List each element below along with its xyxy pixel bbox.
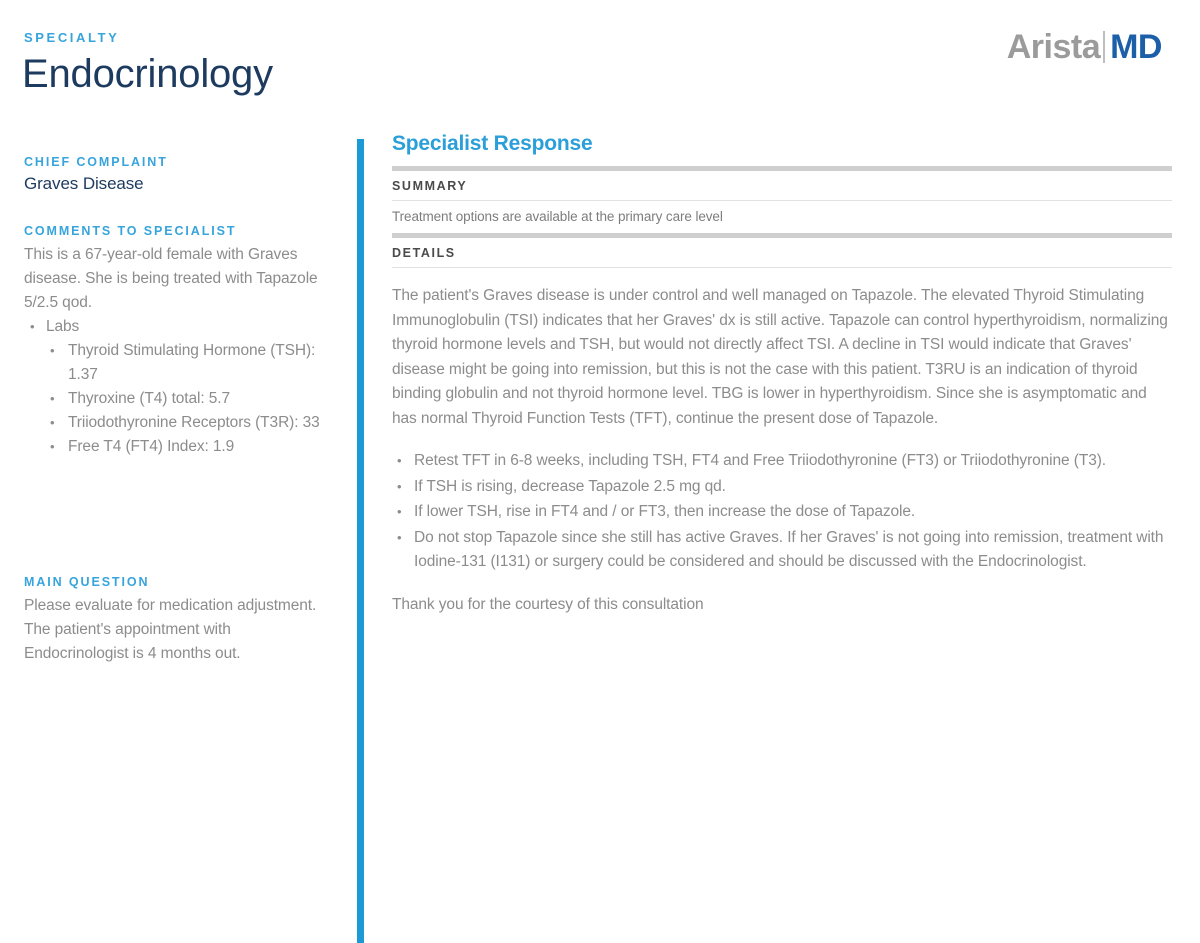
- labs-values-list: Thyroid Stimulating Hormone (TSH): 1.37 …: [46, 339, 334, 459]
- page-title: Endocrinology: [22, 52, 273, 96]
- list-item: Retest TFT in 6-8 weeks, including TSH, …: [392, 449, 1172, 474]
- list-item: Thyroxine (T4) total: 5.7: [46, 387, 334, 411]
- details-paragraph: The patient's Graves disease is under co…: [392, 287, 1168, 427]
- logo-secondary-text: MD: [1110, 28, 1162, 66]
- chief-complaint-label: CHIEF COMPLAINT: [24, 155, 168, 169]
- case-sidebar: CHIEF COMPLAINT Graves Disease COMMENTS …: [24, 155, 334, 666]
- main-question-label: MAIN QUESTION: [24, 575, 150, 589]
- panel-accent-bar: [357, 139, 364, 943]
- aristamd-logo: Arista MD: [1006, 28, 1163, 67]
- list-item: If TSH is rising, decrease Tapazole 2.5 …: [392, 475, 1172, 500]
- list-item: If lower TSH, rise in FT4 and / or FT3, …: [392, 500, 1172, 525]
- specialty-label: SPECIALTY: [24, 30, 120, 45]
- main-question-text: Please evaluate for medication adjustmen…: [24, 597, 317, 662]
- specialist-response-panel: Specialist Response SUMMARY Treatment op…: [392, 132, 1172, 635]
- details-section: DETAILS The patient's Graves disease is …: [392, 233, 1172, 617]
- summary-text: Treatment options are available at the p…: [392, 209, 723, 224]
- chief-complaint-section: CHIEF COMPLAINT Graves Disease: [24, 155, 334, 194]
- page-header: SPECIALTY Endocrinology Arista MD: [0, 0, 1200, 120]
- labs-heading-label: Labs: [46, 318, 80, 335]
- list-item: Thyroid Stimulating Hormone (TSH): 1.37: [46, 339, 334, 387]
- labs-list: Labs Thyroid Stimulating Hormone (TSH): …: [24, 315, 334, 459]
- comments-body: This is a 67-year-old female with Graves…: [24, 243, 334, 459]
- list-item: Do not stop Tapazole since she still has…: [392, 526, 1172, 575]
- list-item: Triiodothyronine Receptors (T3R): 33: [46, 411, 334, 435]
- chief-complaint-value: Graves Disease: [24, 174, 144, 193]
- list-item: Free T4 (FT4) Index: 1.9: [46, 435, 334, 459]
- comments-to-specialist-section: COMMENTS TO SPECIALIST This is a 67-year…: [24, 224, 334, 459]
- details-body: The patient's Graves disease is under co…: [392, 268, 1172, 617]
- recommendations-list: Retest TFT in 6-8 weeks, including TSH, …: [392, 449, 1172, 575]
- summary-section: SUMMARY Treatment options are available …: [392, 166, 1172, 233]
- specialist-response-title: Specialist Response: [392, 132, 593, 155]
- logo-primary-text: Arista: [1006, 28, 1101, 66]
- main-question-section: MAIN QUESTION Please evaluate for medica…: [24, 575, 334, 666]
- closing-text: Thank you for the courtesy of this consu…: [392, 595, 704, 613]
- comments-to-specialist-label: COMMENTS TO SPECIALIST: [24, 224, 237, 238]
- details-label: DETAILS: [392, 246, 456, 260]
- labs-heading-item: Labs Thyroid Stimulating Hormone (TSH): …: [24, 315, 334, 459]
- logo-divider: [1103, 31, 1106, 63]
- comments-intro-paragraph: This is a 67-year-old female with Graves…: [24, 246, 318, 311]
- summary-label: SUMMARY: [392, 179, 468, 193]
